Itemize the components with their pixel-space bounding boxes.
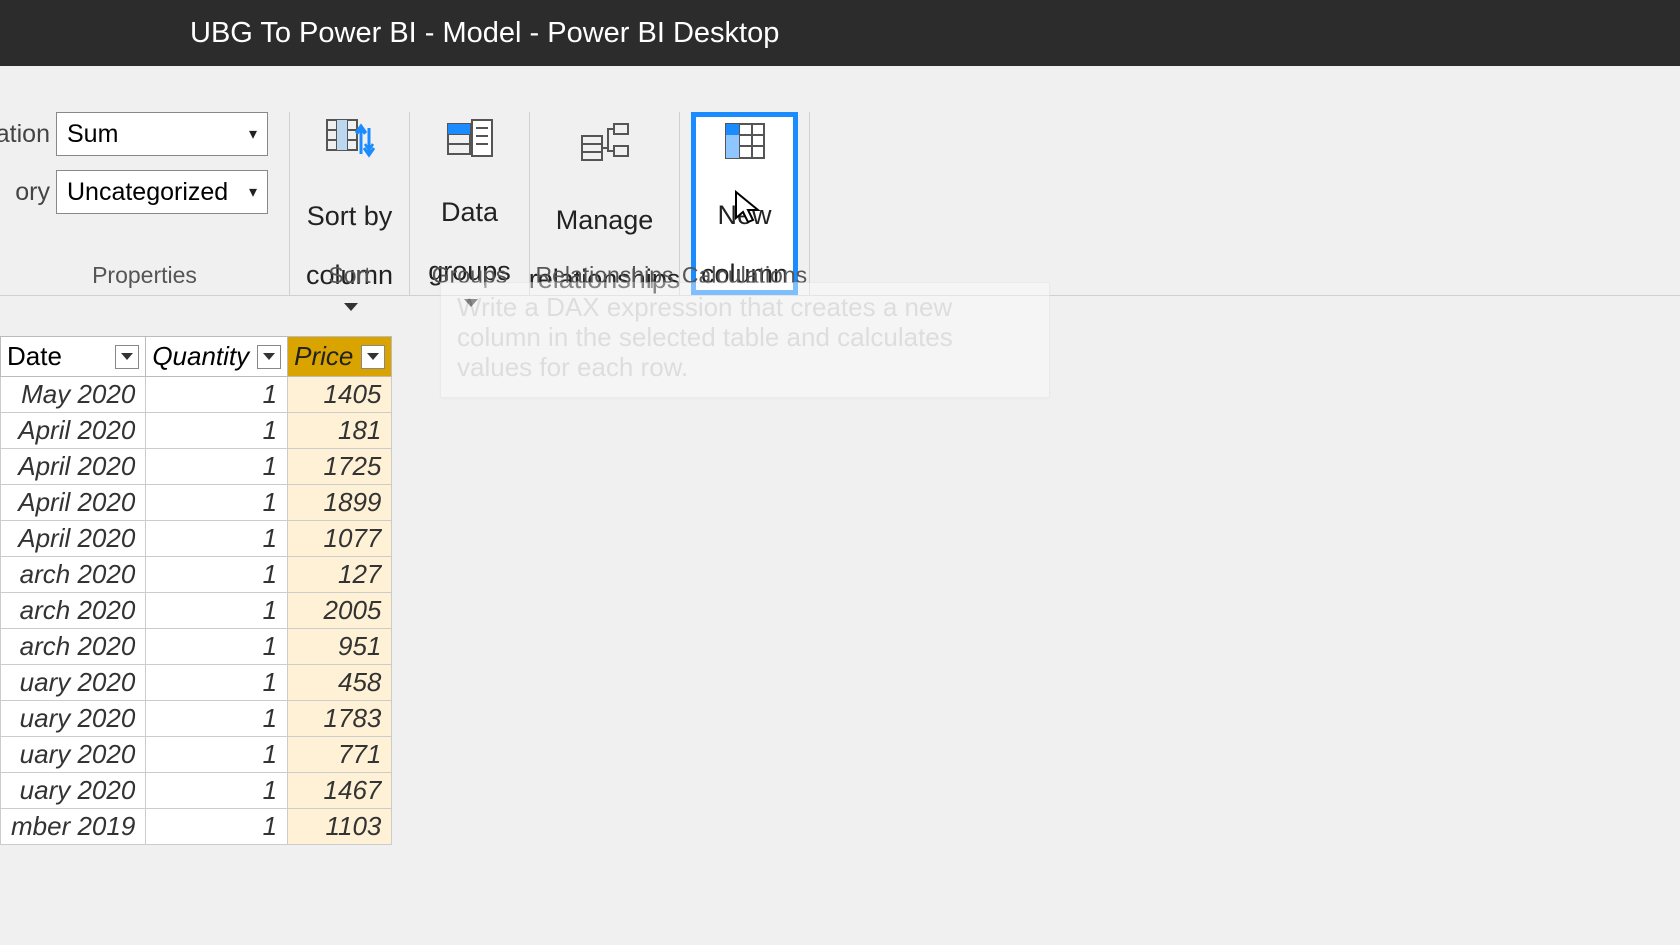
col-header-price[interactable]: Price: [288, 337, 392, 377]
table-row[interactable]: mber 201911103: [1, 809, 392, 845]
price-header-text: Price: [294, 341, 353, 372]
cell-qty[interactable]: 1: [146, 449, 288, 485]
cell-price[interactable]: 951: [288, 629, 392, 665]
table-row[interactable]: uary 20201771: [1, 737, 392, 773]
table-row[interactable]: April 202011077: [1, 521, 392, 557]
aggregation-select[interactable]: Sum ▾: [56, 112, 268, 156]
ribbon: ation Sum ▾ ory Uncategorized ▾ Properti…: [0, 66, 1680, 296]
data-groups-icon: [446, 118, 494, 160]
sort-icon: [325, 118, 375, 164]
groups-group: Data groups Groups: [410, 112, 530, 295]
cell-price[interactable]: 1103: [288, 809, 392, 845]
group-label-properties: Properties: [0, 262, 289, 289]
tooltip: Write a DAX expression that creates a ne…: [440, 282, 1050, 398]
calculations-group: New column Calculations: [680, 112, 810, 295]
cell-qty[interactable]: 1: [146, 413, 288, 449]
app-title: UBG To Power BI - Model - Power BI Deskt…: [190, 17, 779, 50]
table-row[interactable]: April 20201181: [1, 413, 392, 449]
cell-date[interactable]: May 2020: [1, 377, 146, 413]
table-row[interactable]: May 202011405: [1, 377, 392, 413]
cell-price[interactable]: 181: [288, 413, 392, 449]
table-row[interactable]: April 202011725: [1, 449, 392, 485]
aggregation-label: ation: [0, 120, 50, 149]
cell-qty[interactable]: 1: [146, 737, 288, 773]
properties-group: ation Sum ▾ ory Uncategorized ▾ Properti…: [0, 112, 290, 295]
data-table: Date Quantity Price M: [0, 336, 392, 845]
filter-icon[interactable]: [257, 345, 281, 369]
cell-price[interactable]: 771: [288, 737, 392, 773]
table-row[interactable]: April 202011899: [1, 485, 392, 521]
rel-line1: Manage: [556, 205, 654, 235]
cell-date[interactable]: mber 2019: [1, 809, 146, 845]
chevron-down-icon: ▾: [249, 182, 257, 202]
cell-price[interactable]: 1899: [288, 485, 392, 521]
cell-qty[interactable]: 1: [146, 521, 288, 557]
filter-icon[interactable]: [115, 345, 139, 369]
sort-line1: Sort by: [307, 201, 393, 231]
cell-qty[interactable]: 1: [146, 665, 288, 701]
category-value: Uncategorized: [67, 178, 228, 207]
tooltip-text: Write a DAX expression that creates a ne…: [457, 292, 953, 382]
cell-date[interactable]: arch 2020: [1, 593, 146, 629]
col-header-date[interactable]: Date: [1, 337, 146, 377]
category-select[interactable]: Uncategorized ▾: [56, 170, 268, 214]
cell-qty[interactable]: 1: [146, 485, 288, 521]
groups-line1: Data: [441, 197, 498, 227]
table-row[interactable]: uary 202011467: [1, 773, 392, 809]
category-label: ory: [0, 178, 50, 207]
cell-date[interactable]: uary 2020: [1, 773, 146, 809]
table-body: May 202011405April 20201181April 2020117…: [1, 377, 392, 845]
cell-date[interactable]: April 2020: [1, 485, 146, 521]
cell-qty[interactable]: 1: [146, 377, 288, 413]
date-header-text: Date: [7, 341, 62, 372]
table-row[interactable]: arch 202012005: [1, 593, 392, 629]
relationships-group: Manage relationships Relationships: [530, 112, 680, 295]
cell-price[interactable]: 1405: [288, 377, 392, 413]
cell-date[interactable]: April 2020: [1, 521, 146, 557]
cell-price[interactable]: 1783: [288, 701, 392, 737]
table-row[interactable]: arch 20201127: [1, 557, 392, 593]
qty-header-text: Quantity: [152, 341, 249, 372]
cell-date[interactable]: uary 2020: [1, 701, 146, 737]
cell-price[interactable]: 1467: [288, 773, 392, 809]
relationships-icon: [580, 118, 630, 168]
caret-down-icon: [344, 303, 358, 311]
cell-qty[interactable]: 1: [146, 809, 288, 845]
col-header-quantity[interactable]: Quantity: [146, 337, 288, 377]
cell-date[interactable]: uary 2020: [1, 665, 146, 701]
filter-icon[interactable]: [361, 345, 385, 369]
cell-date[interactable]: April 2020: [1, 413, 146, 449]
aggregation-value: Sum: [67, 120, 118, 149]
cell-qty[interactable]: 1: [146, 773, 288, 809]
cell-price[interactable]: 1725: [288, 449, 392, 485]
cell-qty[interactable]: 1: [146, 593, 288, 629]
table-row[interactable]: arch 20201951: [1, 629, 392, 665]
cell-price[interactable]: 458: [288, 665, 392, 701]
cell-qty[interactable]: 1: [146, 557, 288, 593]
sort-group: Sort by column Sort: [290, 112, 410, 295]
cell-price[interactable]: 127: [288, 557, 392, 593]
cell-price[interactable]: 2005: [288, 593, 392, 629]
new-column-icon: [725, 118, 765, 163]
group-label-sort: Sort: [290, 262, 409, 289]
cell-qty[interactable]: 1: [146, 629, 288, 665]
cell-date[interactable]: uary 2020: [1, 737, 146, 773]
calc-line1: New: [718, 200, 772, 230]
cell-qty[interactable]: 1: [146, 701, 288, 737]
cell-date[interactable]: arch 2020: [1, 629, 146, 665]
cell-date[interactable]: April 2020: [1, 449, 146, 485]
table-row[interactable]: uary 20201458: [1, 665, 392, 701]
cell-price[interactable]: 1077: [288, 521, 392, 557]
chevron-down-icon: ▾: [249, 124, 257, 144]
cell-date[interactable]: arch 2020: [1, 557, 146, 593]
table-row[interactable]: uary 202011783: [1, 701, 392, 737]
title-bar: UBG To Power BI - Model - Power BI Deskt…: [0, 0, 1680, 66]
